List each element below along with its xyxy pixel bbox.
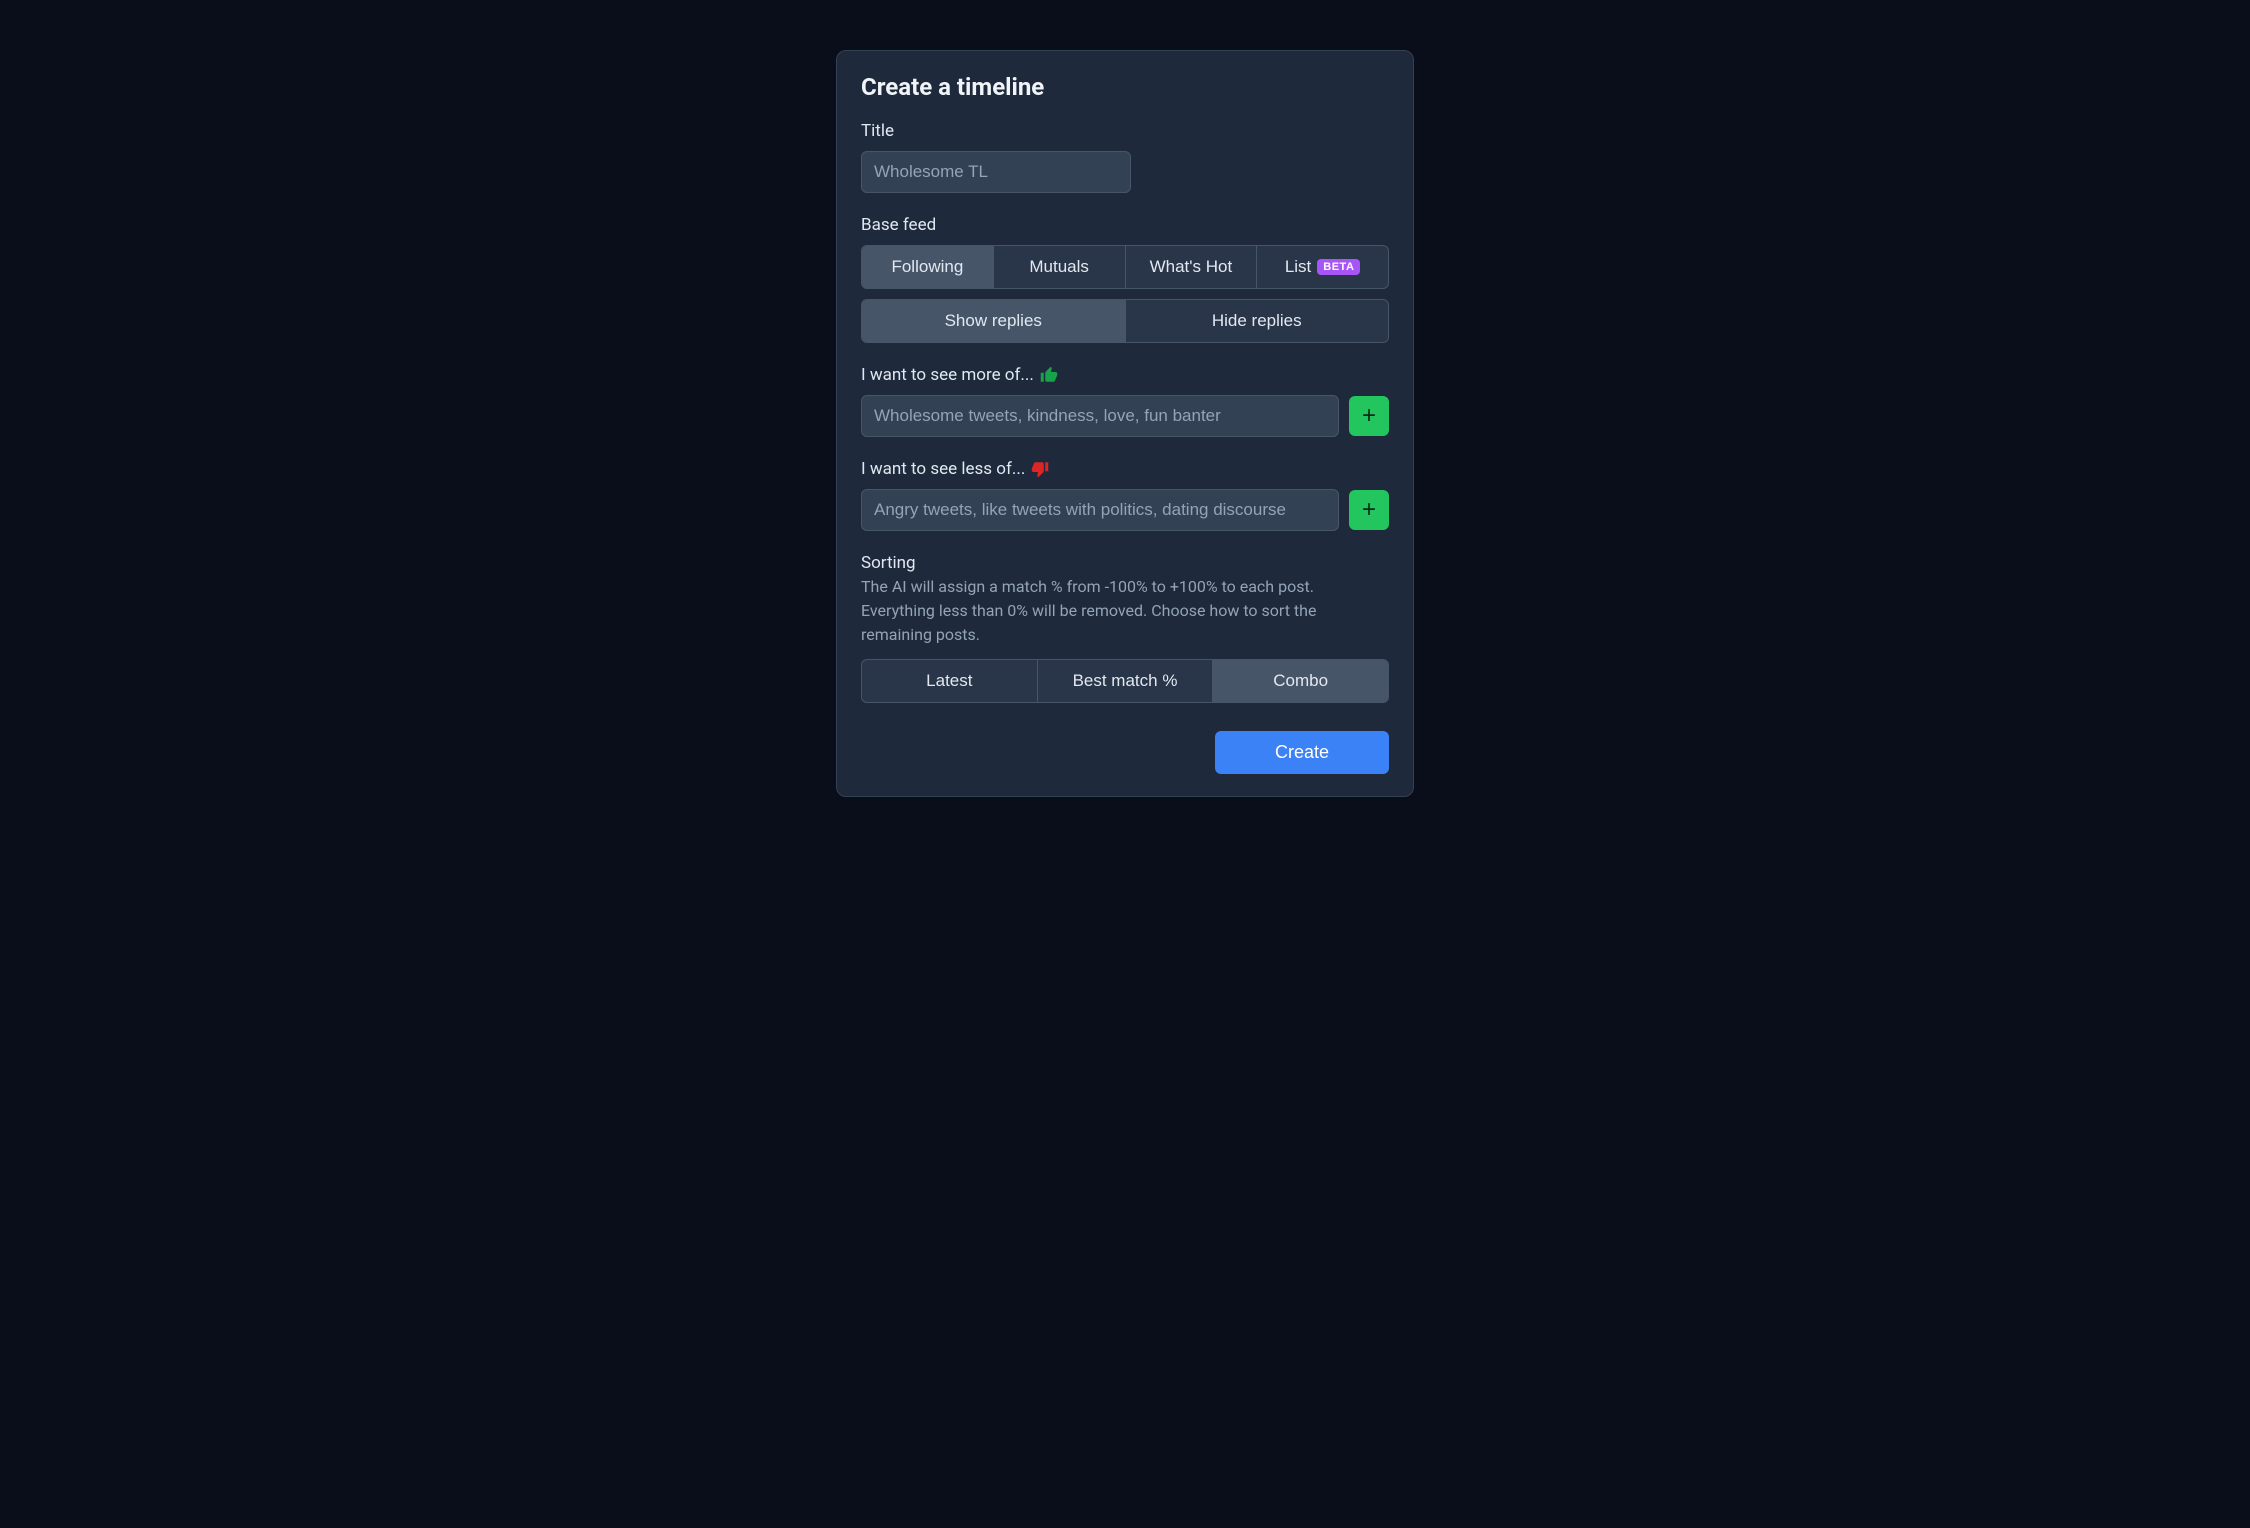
create-timeline-modal: Create a timeline Title Base feed Follow… [836,50,1414,797]
basefeed-options: Following Mutuals What's Hot List BETA [861,245,1389,289]
reply-options: Show replies Hide replies [861,299,1389,343]
thumbs-down-icon [1031,460,1049,478]
basefeed-section: Base feed Following Mutuals What's Hot L… [861,215,1389,343]
sorting-bestmatch[interactable]: Best match % [1038,660,1214,702]
basefeed-mutuals[interactable]: Mutuals [994,246,1126,288]
sorting-description: The AI will assign a match % from -100% … [861,575,1389,647]
title-section: Title [861,121,1389,193]
lessof-label: I want to see less of... [861,459,1025,479]
moreof-input[interactable] [861,395,1339,437]
basefeed-following[interactable]: Following [862,246,994,288]
lessof-input[interactable] [861,489,1339,531]
hide-replies-button[interactable]: Hide replies [1126,300,1389,342]
sorting-section: Sorting The AI will assign a match % fro… [861,553,1389,703]
action-row: Create [861,731,1389,774]
basefeed-list[interactable]: List BETA [1257,246,1388,288]
basefeed-list-label: List [1285,257,1311,277]
title-label: Title [861,121,1389,141]
sorting-label: Sorting [861,553,1389,573]
sorting-latest[interactable]: Latest [862,660,1038,702]
moreof-label: I want to see more of... [861,365,1034,385]
moreof-section: I want to see more of... + [861,365,1389,437]
sorting-options: Latest Best match % Combo [861,659,1389,703]
show-replies-button[interactable]: Show replies [862,300,1126,342]
create-button[interactable]: Create [1215,731,1389,774]
lessof-section: I want to see less of... + [861,459,1389,531]
sorting-combo[interactable]: Combo [1213,660,1388,702]
modal-title: Create a timeline [861,73,1389,101]
beta-badge: BETA [1317,259,1360,275]
moreof-add-button[interactable]: + [1349,396,1389,436]
lessof-add-button[interactable]: + [1349,490,1389,530]
thumbs-up-icon [1040,366,1058,384]
basefeed-label: Base feed [861,215,1389,235]
basefeed-whatshot[interactable]: What's Hot [1126,246,1258,288]
title-input[interactable] [861,151,1131,193]
